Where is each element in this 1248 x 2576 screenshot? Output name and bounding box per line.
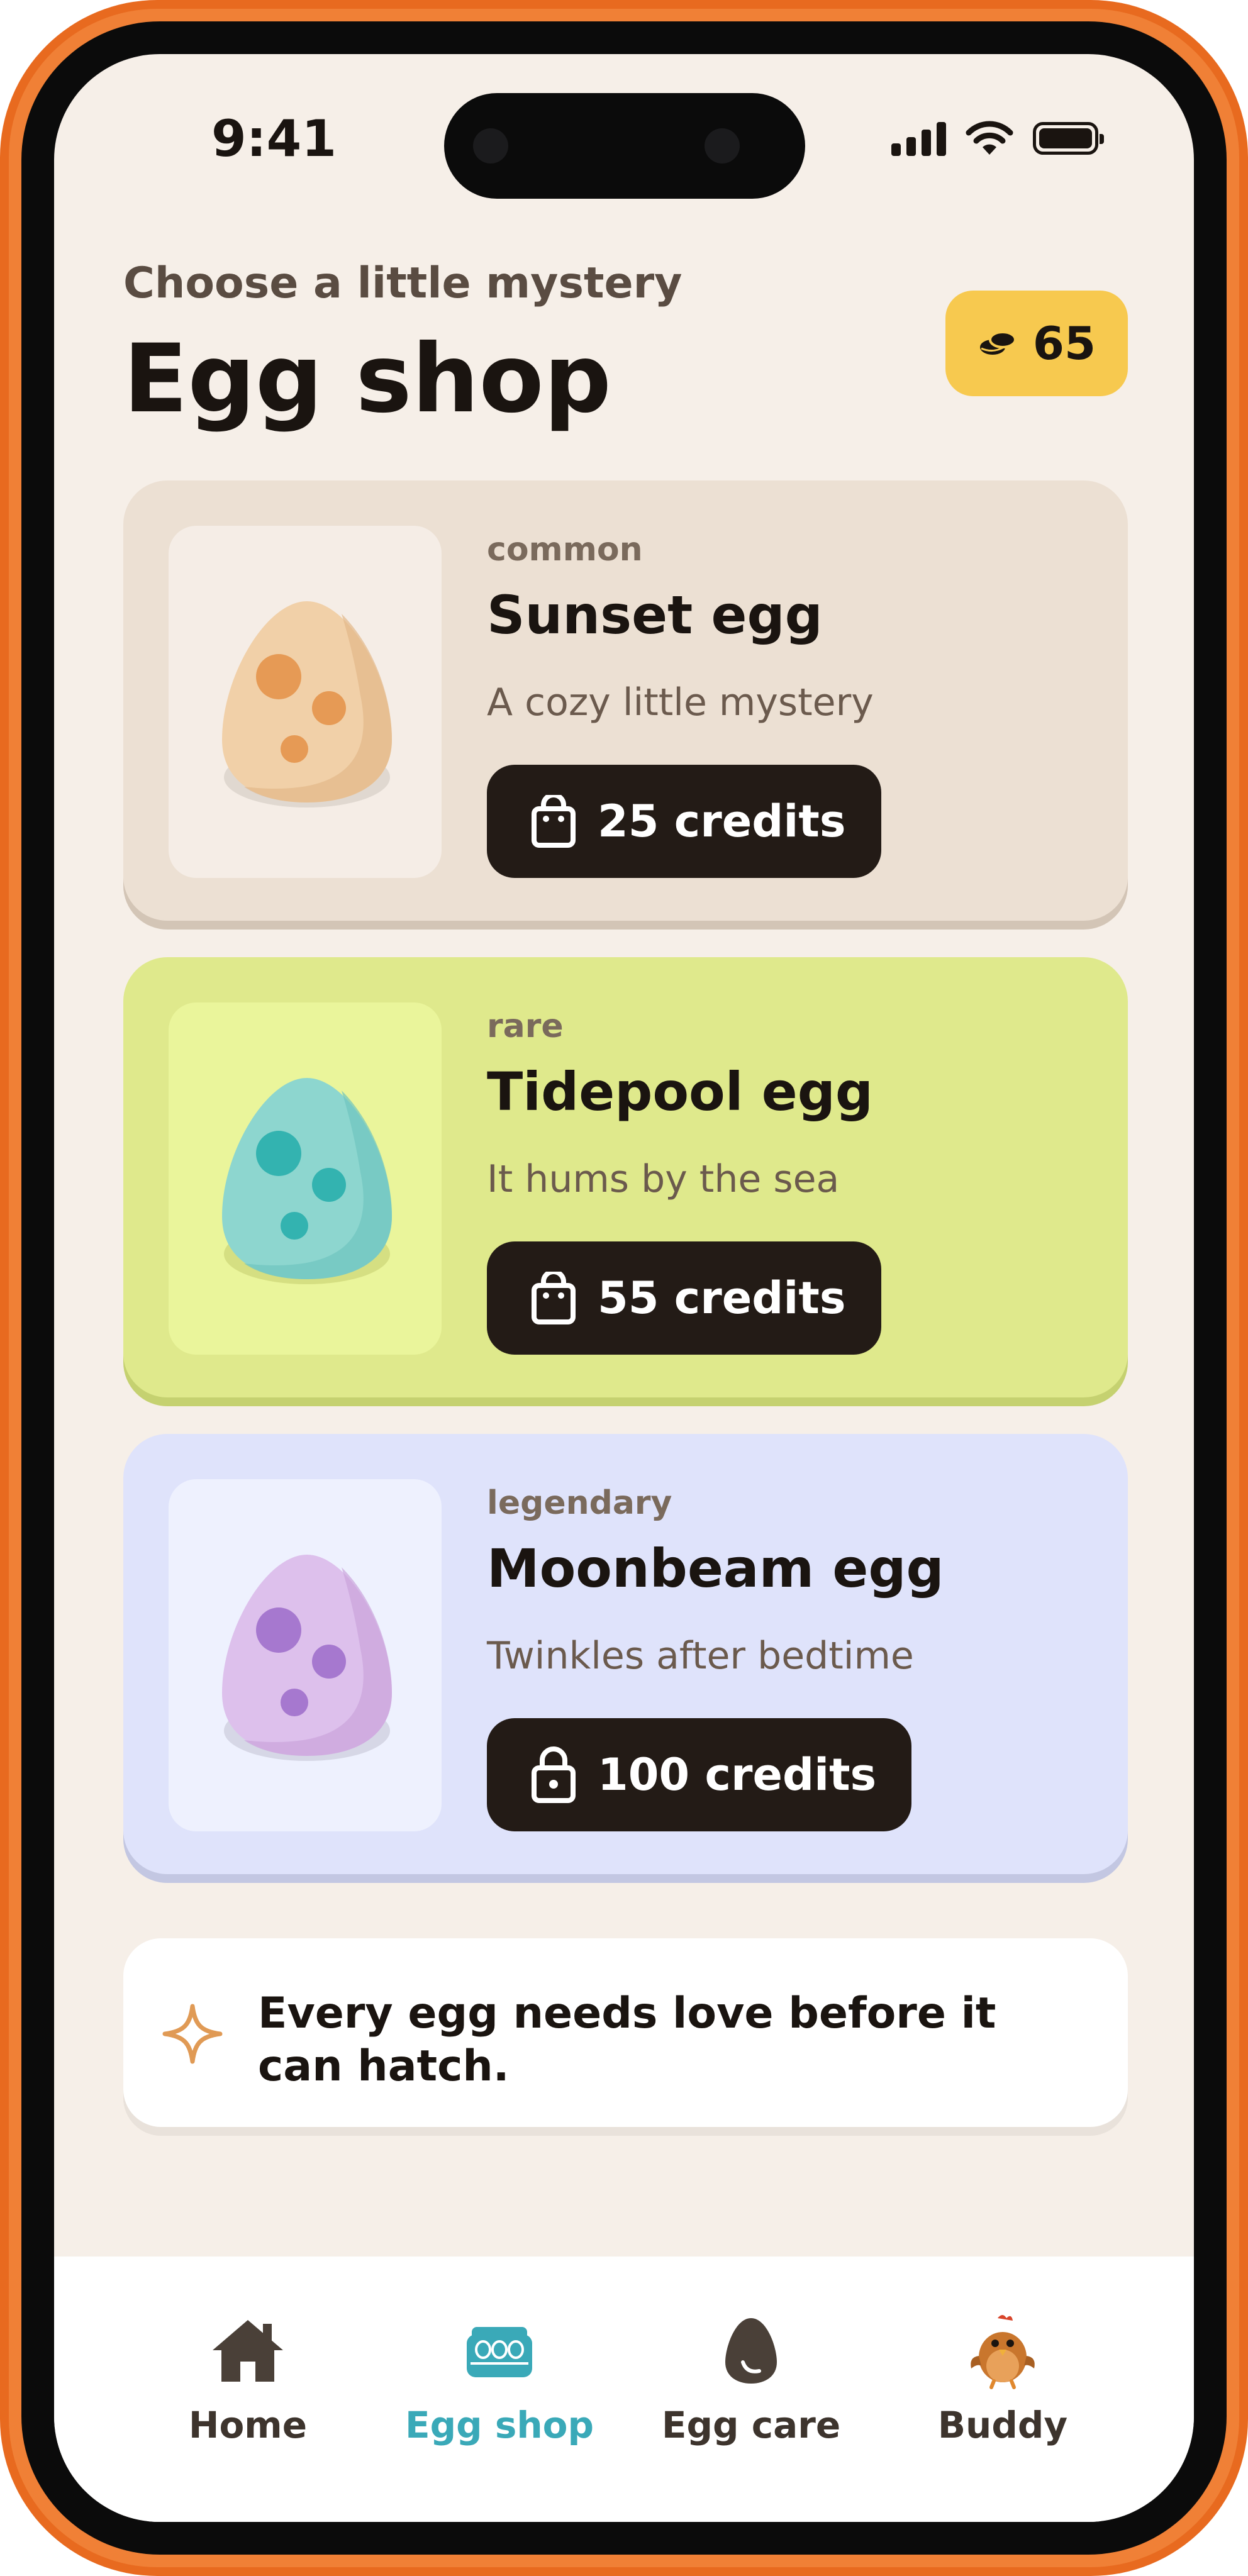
tab-buddy[interactable]: Buddy <box>899 2307 1106 2446</box>
cellular-signal-icon <box>891 121 946 156</box>
egg-tier: rare <box>487 1008 564 1045</box>
credits-balance-value: 65 <box>1032 317 1096 370</box>
tab-home[interactable]: Home <box>144 2307 352 2446</box>
status-time: 9:41 <box>211 109 337 168</box>
credits-balance[interactable]: 65 <box>945 291 1128 396</box>
egg-carton-icon <box>467 2327 532 2377</box>
egg-thumbnail <box>169 1002 442 1355</box>
moonbeam-egg-icon <box>222 1555 392 1761</box>
chick-icon <box>971 2315 1035 2389</box>
egg-tier: common <box>487 531 643 569</box>
tip-card: Every egg needs love before it can hatch… <box>123 1938 1128 2127</box>
egg-name: Sunset egg <box>487 584 823 646</box>
sunset-egg-icon <box>222 601 392 808</box>
egg-name: Moonbeam egg <box>487 1538 944 1599</box>
status-bar: 9:41 <box>54 54 1194 199</box>
buy-tidepool-egg-button[interactable]: 55 credits <box>487 1241 881 1355</box>
sparkle-icon <box>162 2004 223 2064</box>
shopping-bag-icon <box>532 1272 576 1324</box>
tip-text: Every egg needs love before it can hatch… <box>258 1989 996 2091</box>
tab-bar: Home Egg shop Egg care Buddy <box>54 2257 1194 2522</box>
tidepool-egg-icon <box>222 1078 392 1284</box>
camera-icon <box>705 128 740 164</box>
buy-moonbeam-egg-button[interactable]: 100 credits <box>487 1718 912 1831</box>
egg-card-sunset[interactable]: common Sunset egg A cozy little mystery … <box>123 480 1128 930</box>
egg-icon <box>725 2318 777 2384</box>
screen: 9:41 Choose a little mystery Egg shop 65… <box>54 54 1194 2522</box>
dynamic-island <box>444 93 805 199</box>
tab-label: Buddy <box>937 2404 1068 2446</box>
buy-button-label: 100 credits <box>598 1749 877 1801</box>
lock-icon <box>532 1746 576 1803</box>
egg-name: Tidepool egg <box>487 1061 874 1123</box>
home-icon <box>213 2320 283 2382</box>
tab-egg-care[interactable]: Egg care <box>647 2307 855 2446</box>
egg-description: It hums by the sea <box>487 1157 840 1201</box>
tab-label: Home <box>188 2404 308 2446</box>
tab-label: Egg shop <box>404 2404 594 2446</box>
buy-button-label: 25 credits <box>598 796 846 847</box>
egg-card-tidepool[interactable]: rare Tidepool egg It hums by the sea 55 … <box>123 957 1128 1406</box>
page-title: Egg shop <box>123 325 611 434</box>
egg-thumbnail <box>169 526 442 878</box>
page-subtitle: Choose a little mystery <box>123 258 682 308</box>
egg-description: Twinkles after bedtime <box>487 1634 914 1678</box>
egg-description: A cozy little mystery <box>487 680 874 724</box>
status-icons <box>891 121 1104 156</box>
sensor-icon <box>473 128 508 164</box>
wifi-icon <box>966 121 1013 155</box>
device-frame: 9:41 Choose a little mystery Egg shop 65… <box>0 0 1248 2576</box>
buy-sunset-egg-button[interactable]: 25 credits <box>487 765 881 878</box>
tab-egg-shop[interactable]: Egg shop <box>396 2307 603 2446</box>
buy-button-label: 55 credits <box>598 1272 846 1324</box>
shopping-bag-icon <box>532 795 576 848</box>
coins-icon <box>979 331 1017 355</box>
battery-icon <box>1033 122 1104 155</box>
tab-label: Egg care <box>661 2404 841 2446</box>
egg-tier: legendary <box>487 1484 672 1522</box>
egg-thumbnail <box>169 1479 442 1831</box>
egg-card-moonbeam[interactable]: legendary Moonbeam egg Twinkles after be… <box>123 1434 1128 1883</box>
